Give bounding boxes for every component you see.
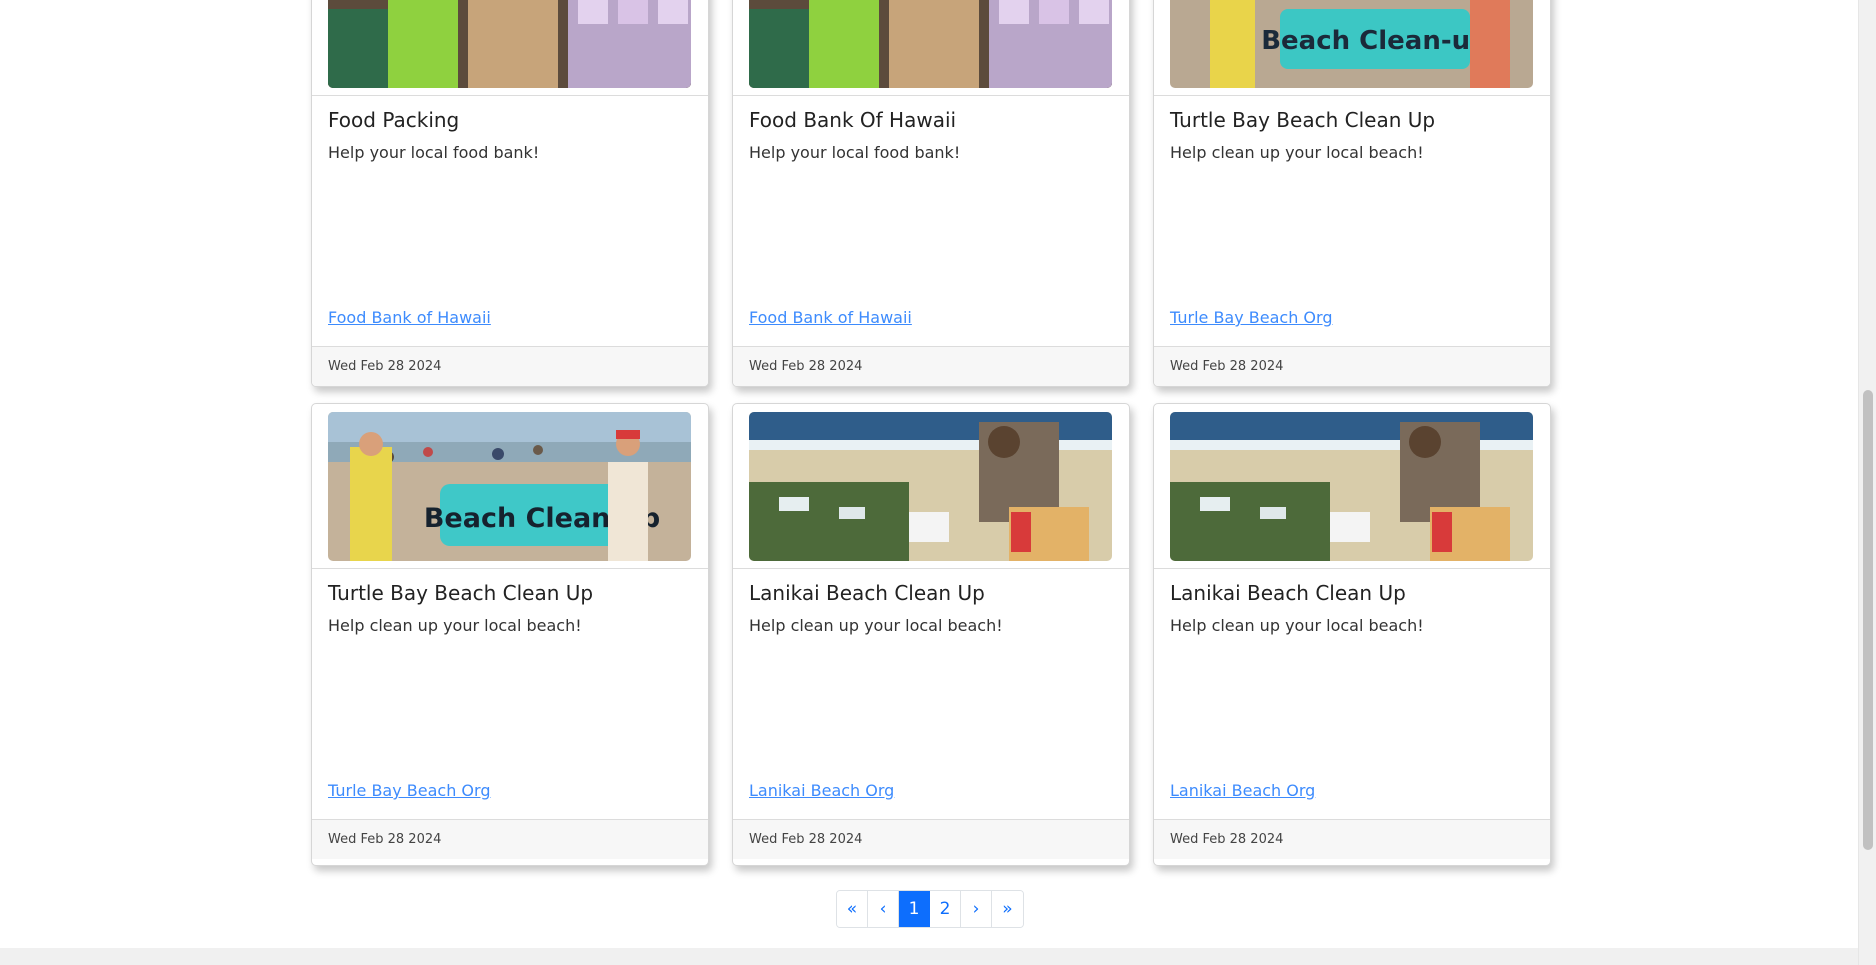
card-description: Help your local food bank! xyxy=(749,143,961,162)
beach-clean-up-sign-photo: Beach Clean-up xyxy=(1170,0,1533,88)
next-page-button[interactable]: › xyxy=(961,891,992,927)
card-image-area xyxy=(312,0,708,96)
vertical-scrollbar[interactable] xyxy=(1858,0,1876,965)
card-title: Food Bank Of Hawaii xyxy=(749,108,957,132)
org-link[interactable]: Food Bank of Hawaii xyxy=(328,308,491,327)
card-image-area: Beach Clean-up xyxy=(1154,0,1550,96)
card-footer: Wed Feb 28 2024 xyxy=(733,346,1129,386)
event-card[interactable]: Food Packing Help your local food bank! … xyxy=(311,0,709,387)
card-title: Turtle Bay Beach Clean Up xyxy=(1170,108,1436,132)
event-card[interactable]: Food Bank Of Hawaii Help your local food… xyxy=(732,0,1130,387)
page-1-button[interactable]: 1 xyxy=(899,891,930,927)
card-title: Food Packing xyxy=(328,108,460,132)
beach-trash-photo xyxy=(1170,412,1533,561)
card-image-area: Beach Clean-up xyxy=(312,404,708,569)
beach-clean-up-sign-photo: Beach Clean-up xyxy=(328,412,691,561)
beach-trash-photo xyxy=(749,412,1112,561)
card-title: Lanikai Beach Clean Up xyxy=(749,581,985,605)
card-description: Help clean up your local beach! xyxy=(1170,143,1424,162)
event-card[interactable]: Lanikai Beach Clean Up Help clean up you… xyxy=(732,403,1130,866)
scrollbar-thumb[interactable] xyxy=(1863,390,1873,850)
card-date: Wed Feb 28 2024 xyxy=(1170,832,1284,847)
page: Food Packing Help your local food bank! … xyxy=(0,0,1858,965)
org-link[interactable]: Lanikai Beach Org xyxy=(749,781,894,800)
food-bank-photo xyxy=(328,0,691,88)
card-date: Wed Feb 28 2024 xyxy=(328,359,442,374)
food-bank-photo xyxy=(749,0,1112,88)
card-footer: Wed Feb 28 2024 xyxy=(312,346,708,386)
card-description: Help clean up your local beach! xyxy=(328,616,582,635)
card-image-area xyxy=(733,0,1129,96)
card-footer: Wed Feb 28 2024 xyxy=(312,819,708,859)
org-link[interactable]: Food Bank of Hawaii xyxy=(749,308,912,327)
card-image-area xyxy=(733,404,1129,569)
previous-page-button[interactable]: ‹ xyxy=(868,891,899,927)
card-description: Help clean up your local beach! xyxy=(749,616,1003,635)
sign-text: Beach Clean-up xyxy=(1261,26,1489,56)
org-link[interactable]: Turle Bay Beach Org xyxy=(1170,308,1332,327)
card-date: Wed Feb 28 2024 xyxy=(1170,359,1284,374)
card-date: Wed Feb 28 2024 xyxy=(328,832,442,847)
card-date: Wed Feb 28 2024 xyxy=(749,832,863,847)
card-footer: Wed Feb 28 2024 xyxy=(1154,346,1550,386)
org-link[interactable]: Turle Bay Beach Org xyxy=(328,781,490,800)
card-description: Help clean up your local beach! xyxy=(1170,616,1424,635)
card-footer: Wed Feb 28 2024 xyxy=(1154,819,1550,859)
pagination: « ‹ 1 2 › » xyxy=(836,890,1024,928)
card-footer: Wed Feb 28 2024 xyxy=(733,819,1129,859)
event-card[interactable]: Beach Clean-up Turtle Bay Beach Clean Up… xyxy=(311,403,709,866)
event-card[interactable]: Beach Clean-up Turtle Bay Beach Clean Up… xyxy=(1153,0,1551,387)
page-footer-strip xyxy=(0,948,1858,965)
first-page-button[interactable]: « xyxy=(837,891,868,927)
card-date: Wed Feb 28 2024 xyxy=(749,359,863,374)
page-2-button[interactable]: 2 xyxy=(930,891,961,927)
card-image-area xyxy=(1154,404,1550,569)
card-title: Lanikai Beach Clean Up xyxy=(1170,581,1406,605)
card-title: Turtle Bay Beach Clean Up xyxy=(328,581,594,605)
last-page-button[interactable]: » xyxy=(992,891,1023,927)
event-card[interactable]: Lanikai Beach Clean Up Help clean up you… xyxy=(1153,403,1551,866)
card-description: Help your local food bank! xyxy=(328,143,540,162)
org-link[interactable]: Lanikai Beach Org xyxy=(1170,781,1315,800)
